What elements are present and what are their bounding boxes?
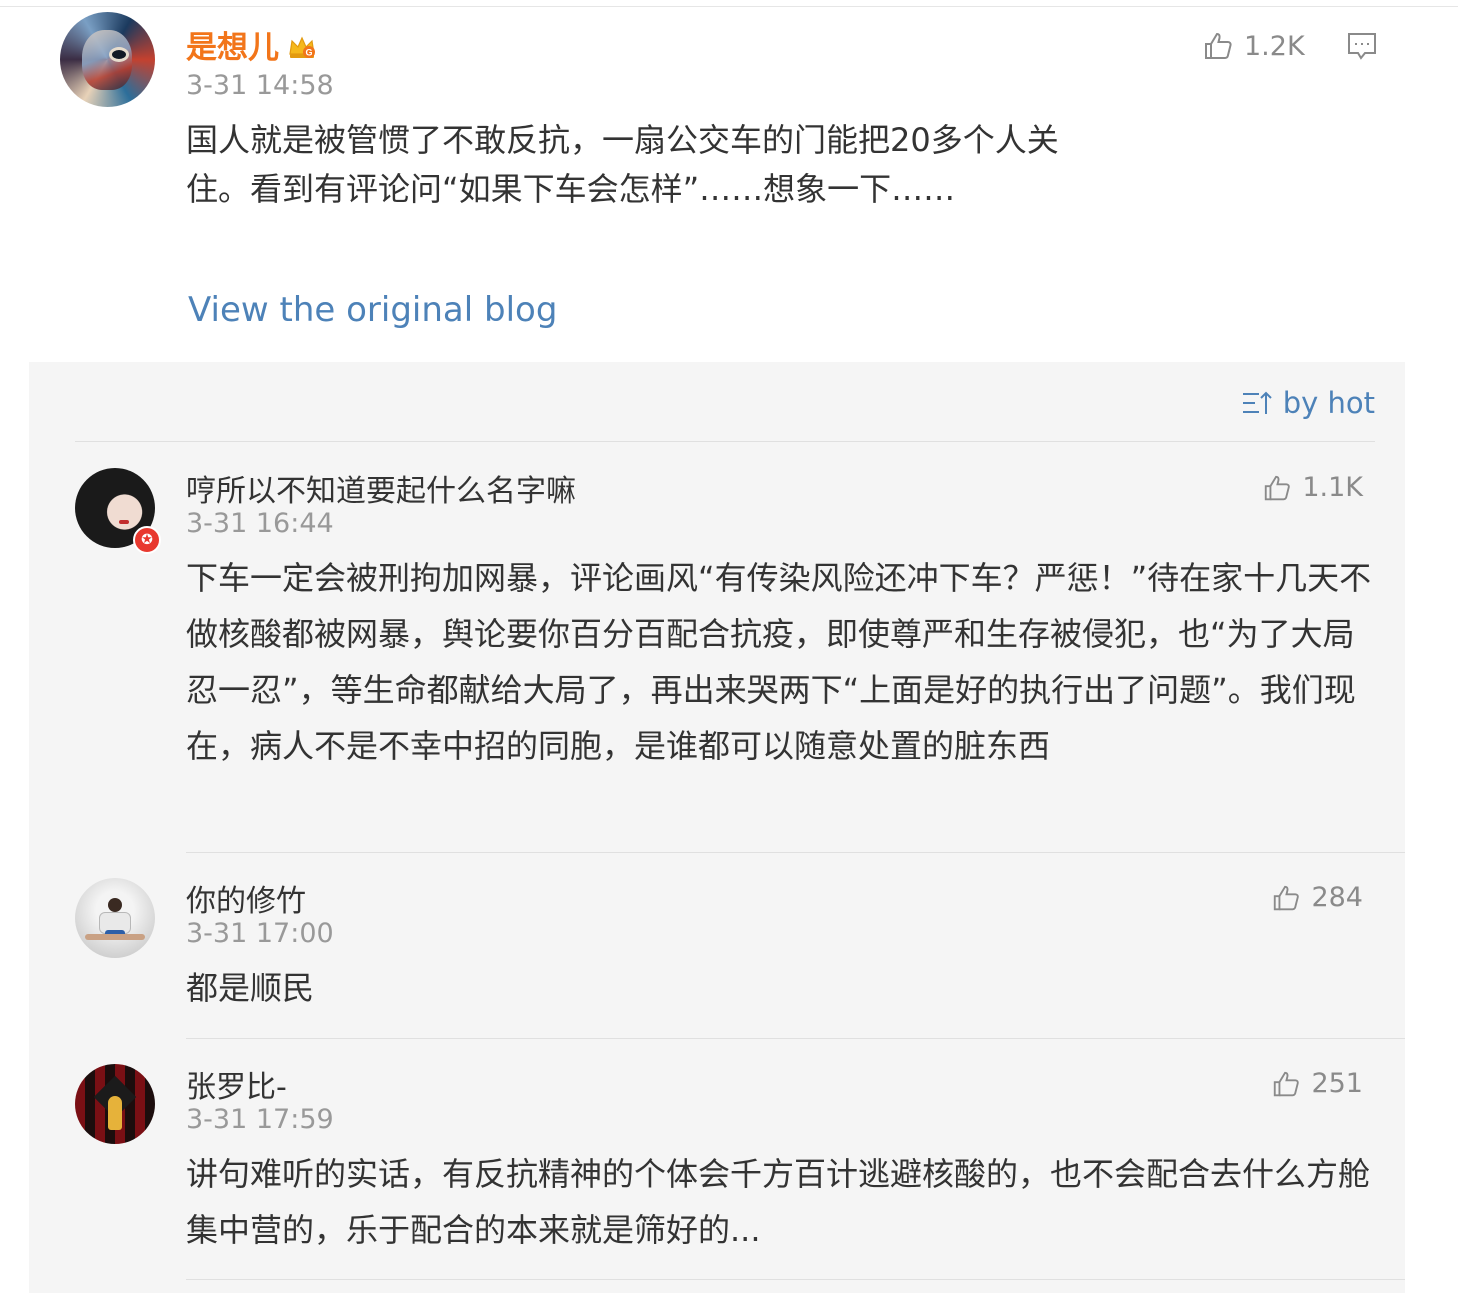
comments-panel: by hot ✪ 哼所以不知道要起什么名字嘛 3-31 16:44 1.1K 下… [29,362,1405,1293]
sort-divider [75,441,1375,442]
post-author-row: 是想儿 G [186,22,317,67]
svg-text:G: G [305,47,312,57]
avatar-figure-art [108,1096,122,1130]
post-like-button[interactable]: 1.2K [1202,30,1305,62]
comment-timestamp: 3-31 16:44 [186,508,334,539]
view-original-blog-link[interactable]: View the original blog [188,290,557,330]
post-author-name[interactable]: 是想儿 [186,22,279,67]
thumbs-up-icon [1265,475,1291,500]
comment-like-button[interactable]: 1.1K [1262,472,1363,503]
commenter-avatar[interactable] [75,878,155,958]
avatar-eye-art [112,50,126,59]
thumbs-up-icon [1205,32,1232,59]
commenter-name[interactable]: 你的修竹 [186,876,306,920]
avatar-lips-art [119,520,129,524]
comment-divider [186,1279,1405,1280]
post-body-text: 国人就是被管惯了不敢反抗，一扇公交车的门能把20多个人关住。看到有评论问“如果下… [186,121,1059,208]
avatar-face-art [82,30,132,90]
commenter-name[interactable]: 张罗比- [186,1062,287,1106]
top-divider [0,6,1458,7]
verified-badge-icon: ✪ [133,526,161,554]
comment-like-button[interactable]: 284 [1271,882,1363,913]
sort-icon [1242,391,1272,414]
comment-text: 讲句难听的实话，有反抗精神的个体会千方百计逃避核酸的，也不会配合去什么方舱集中营… [186,1155,1371,1249]
post-like-count: 1.2K [1244,30,1305,62]
comment-like-count: 251 [1311,1068,1363,1099]
comment-divider [186,852,1405,853]
comment-icon[interactable] [1346,30,1378,62]
comment-like-count: 1.1K [1302,472,1363,503]
thumbs-up-icon [1274,1071,1300,1096]
comment-text: 下车一定会被刑拘加网暴，评论画风“有传染风险还冲下车？严惩！”待在家十几天不做核… [186,559,1372,765]
crown-icon: G [287,32,317,58]
comment-like-count: 284 [1311,882,1363,913]
avatar-figure-legs-art [85,934,145,940]
post-timestamp: 3-31 14:58 [186,70,334,101]
sort-label: by hot [1282,386,1375,420]
commenter-name[interactable]: 哼所以不知道要起什么名字嘛 [186,466,576,510]
weibo-post-page: 是想儿 G 3-31 14:58 1.2K 国人就是被管惯了不敢反抗，一扇公交车… [0,0,1458,1293]
sort-by-hot-button[interactable]: by hot [1241,386,1375,420]
post-author-avatar[interactable] [60,12,155,107]
comment-divider [186,1038,1405,1039]
comment-text: 都是顺民 [186,969,315,1007]
avatar-figure-head-art [108,898,122,912]
thumbs-up-icon [1274,885,1300,910]
comment-timestamp: 3-31 17:59 [186,1104,334,1135]
commenter-avatar[interactable] [75,1064,155,1144]
comment-timestamp: 3-31 17:00 [186,918,334,949]
comment-like-button[interactable]: 251 [1271,1068,1363,1099]
